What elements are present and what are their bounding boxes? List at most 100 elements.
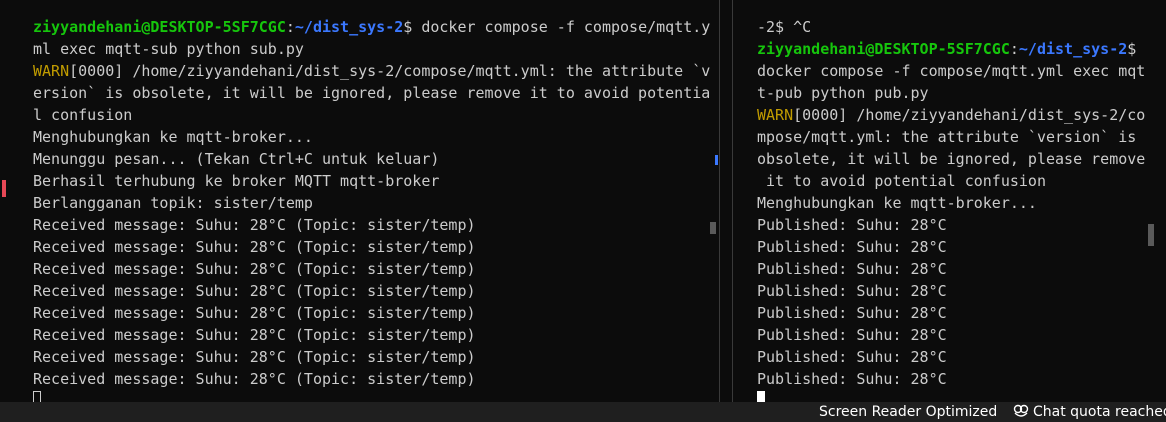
terminal-text: ersion` is obsolete, it will be ignored,… bbox=[33, 84, 711, 102]
terminal-text: t-pub python pub.py bbox=[757, 84, 929, 102]
terminal-text: mpose/mqtt.yml: the attribute `version` … bbox=[757, 128, 1137, 146]
terminal-line bbox=[33, 0, 710, 16]
scrollbar-left[interactable] bbox=[710, 0, 716, 402]
terminal-text: Published: Suhu: 28°C bbox=[757, 238, 947, 256]
copilot-icon bbox=[1013, 404, 1029, 417]
terminal-line: Received message: Suhu: 28°C (Topic: sis… bbox=[33, 368, 710, 390]
terminal-text: Received message: Suhu: 28°C (Topic: sis… bbox=[33, 304, 476, 322]
terminal-text: Published: Suhu: 28°C bbox=[757, 282, 947, 300]
terminal-text: Published: Suhu: 28°C bbox=[757, 370, 947, 388]
terminal-line: l confusion bbox=[33, 104, 710, 126]
chat-quota-label: Chat quota reached bbox=[1033, 404, 1166, 420]
terminal-line: docker compose -f compose/mqtt.yml exec … bbox=[757, 60, 1160, 82]
terminal-text: [0000] /home/ziyyandehani/dist_sys-2/com… bbox=[69, 62, 711, 80]
terminal-text: ml exec mqtt-sub python sub.py bbox=[33, 40, 304, 58]
terminal-line: WARN[0000] /home/ziyyandehani/dist_sys-2… bbox=[757, 104, 1160, 126]
terminal-line: Published: Suhu: 28°C bbox=[757, 236, 1160, 258]
terminal-text: Published: Suhu: 28°C bbox=[757, 260, 947, 278]
terminal-line: Menghubungkan ke mqtt-broker... bbox=[33, 126, 710, 148]
terminal-text: Published: Suhu: 28°C bbox=[757, 326, 947, 344]
terminal-text: Received message: Suhu: 28°C (Topic: sis… bbox=[33, 348, 476, 366]
chat-quota-status[interactable]: Chat quota reached bbox=[1013, 404, 1166, 420]
terminal-text: Published: Suhu: 28°C bbox=[757, 216, 947, 234]
terminal-line: Published: Suhu: 28°C bbox=[757, 302, 1160, 324]
terminal-text: ~/dist_sys-2 bbox=[1018, 40, 1128, 58]
terminal-line: Received message: Suhu: 28°C (Topic: sis… bbox=[33, 346, 710, 368]
terminal-text: Menunggu pesan... (Tekan Ctrl+C untuk ke… bbox=[33, 150, 440, 168]
terminal-line: Menunggu pesan... (Tekan Ctrl+C untuk ke… bbox=[33, 148, 710, 170]
screen-reader-status[interactable]: Screen Reader Optimized bbox=[819, 404, 997, 420]
terminal-line: Published: Suhu: 28°C bbox=[757, 368, 1160, 390]
terminal-text: ziyyandehani@DESKTOP-5SF7CGC bbox=[33, 18, 286, 36]
terminal-prompt-line bbox=[33, 390, 710, 402]
terminal-text: Berhasil terhubung ke broker MQTT mqtt-b… bbox=[33, 172, 440, 190]
terminal-line: WARN[0000] /home/ziyyandehani/dist_sys-2… bbox=[33, 60, 710, 82]
terminal-line: Published: Suhu: 28°C bbox=[757, 280, 1160, 302]
terminal-text: Received message: Suhu: 28°C (Topic: sis… bbox=[33, 326, 476, 344]
terminal-text: Received message: Suhu: 28°C (Topic: sis… bbox=[33, 260, 476, 278]
terminal-text: ~/dist_sys-2 bbox=[294, 18, 404, 36]
terminal-text: WARN bbox=[33, 62, 70, 80]
status-bar: Screen Reader Optimized Chat quota reach… bbox=[0, 402, 1166, 422]
terminal-text: $ bbox=[1127, 40, 1137, 58]
terminal-line: Received message: Suhu: 28°C (Topic: sis… bbox=[33, 258, 710, 280]
terminal-line: ziyyandehani@DESKTOP-5SF7CGC:~/dist_sys-… bbox=[33, 16, 710, 38]
terminal-line: Received message: Suhu: 28°C (Topic: sis… bbox=[33, 302, 710, 324]
terminal-text: Menghubungkan ke mqtt-broker... bbox=[33, 128, 313, 146]
pane-divider[interactable] bbox=[719, 0, 733, 402]
terminal-text: Menghubungkan ke mqtt-broker... bbox=[757, 194, 1037, 212]
terminal-cursor[interactable] bbox=[757, 391, 765, 402]
terminal-line: Menghubungkan ke mqtt-broker... bbox=[757, 192, 1160, 214]
scroll-thumb-left[interactable] bbox=[710, 222, 716, 234]
terminal-text: $ docker compose -f compose/mqtt.y bbox=[403, 18, 711, 36]
terminal-line: Received message: Suhu: 28°C (Topic: sis… bbox=[33, 214, 710, 236]
terminal-line: ziyyandehani@DESKTOP-5SF7CGC:~/dist_sys-… bbox=[757, 38, 1160, 60]
terminal-text: Published: Suhu: 28°C bbox=[757, 304, 947, 322]
terminal-text: -2$ ^C bbox=[757, 18, 812, 36]
terminal-line: Received message: Suhu: 28°C (Topic: sis… bbox=[33, 324, 710, 346]
terminal-text: Berlangganan topik: sister/temp bbox=[33, 194, 313, 212]
terminal-text: obsolete, it will be ignored, please rem… bbox=[757, 150, 1146, 168]
terminal-prompt-line bbox=[757, 390, 1160, 402]
terminal-text: Received message: Suhu: 28°C (Topic: sis… bbox=[33, 370, 476, 388]
terminal-line: Berhasil terhubung ke broker MQTT mqtt-b… bbox=[33, 170, 710, 192]
terminal-line: Published: Suhu: 28°C bbox=[757, 346, 1160, 368]
terminal-output-left: ziyyandehani@DESKTOP-5SF7CGC:~/dist_sys-… bbox=[33, 0, 710, 402]
terminal-text: Received message: Suhu: 28°C (Topic: sis… bbox=[33, 216, 476, 234]
terminal-pane-right[interactable]: -2$ ^C ziyyandehani@DESKTOP-5SF7CGC:~/dis… bbox=[734, 0, 1166, 402]
terminal-line: Published: Suhu: 28°C bbox=[757, 324, 1160, 346]
terminal-text: Received message: Suhu: 28°C (Topic: sis… bbox=[33, 238, 476, 256]
terminal-text: ziyyandehani@DESKTOP-5SF7CGC bbox=[757, 40, 1010, 58]
terminal-line: t-pub python pub.py bbox=[757, 82, 1160, 104]
terminal-output-right: -2$ ^C ziyyandehani@DESKTOP-5SF7CGC:~/dis… bbox=[757, 0, 1160, 402]
terminal-text: [0000] /home/ziyyandehani/dist_sys-2/co bbox=[793, 106, 1146, 124]
terminal-line: Received message: Suhu: 28°C (Topic: sis… bbox=[33, 236, 710, 258]
terminal-text: it to avoid potential confusion bbox=[757, 172, 1046, 190]
terminal-text: WARN bbox=[757, 106, 794, 124]
terminal-line bbox=[757, 0, 1160, 16]
terminal-line: Published: Suhu: 28°C bbox=[757, 258, 1160, 280]
terminal-line: it to avoid potential confusion bbox=[757, 170, 1160, 192]
terminal-line: Received message: Suhu: 28°C (Topic: sis… bbox=[33, 280, 710, 302]
scroll-marker bbox=[715, 155, 718, 165]
terminal-pane-left[interactable]: ziyyandehani@DESKTOP-5SF7CGC:~/dist_sys-… bbox=[0, 0, 716, 402]
terminal-line: ml exec mqtt-sub python sub.py bbox=[33, 38, 710, 60]
scroll-thumb-right[interactable] bbox=[1148, 224, 1154, 246]
terminal-line: Published: Suhu: 28°C bbox=[757, 214, 1160, 236]
terminal-text: Received message: Suhu: 28°C (Topic: sis… bbox=[33, 282, 476, 300]
terminal-text: Published: Suhu: 28°C bbox=[757, 348, 947, 366]
terminal-line: ersion` is obsolete, it will be ignored,… bbox=[33, 82, 710, 104]
terminal-text: : bbox=[285, 18, 295, 36]
scrollbar-right[interactable] bbox=[1148, 0, 1154, 402]
terminal-text: l confusion bbox=[33, 106, 133, 124]
terminal-text: : bbox=[1009, 40, 1019, 58]
terminal-line: mpose/mqtt.yml: the attribute `version` … bbox=[757, 126, 1160, 148]
terminal-line: obsolete, it will be ignored, please rem… bbox=[757, 148, 1160, 170]
terminal-cursor[interactable] bbox=[33, 391, 41, 402]
error-marker bbox=[2, 180, 6, 197]
terminal-line: Berlangganan topik: sister/temp bbox=[33, 192, 710, 214]
terminal-text: docker compose -f compose/mqtt.yml exec … bbox=[757, 62, 1146, 80]
terminal-line: -2$ ^C bbox=[757, 16, 1160, 38]
